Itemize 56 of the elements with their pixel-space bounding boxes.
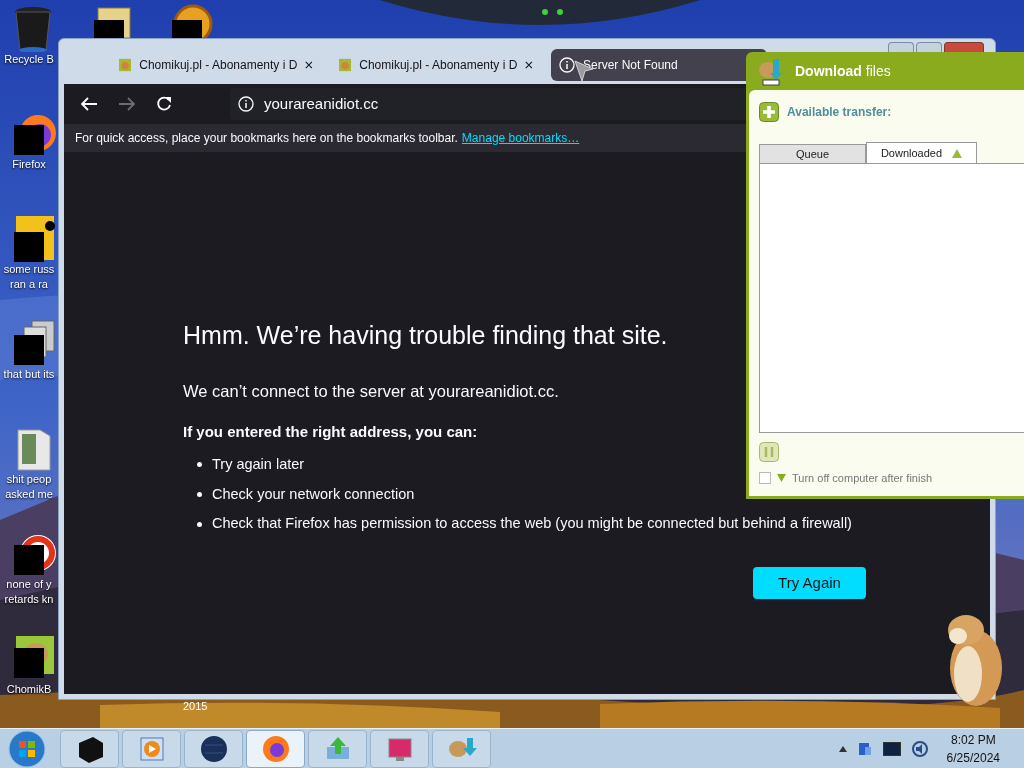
icon-label: retards kn — [4, 592, 54, 607]
help-intro: If you entered the right address, you can: — [183, 422, 479, 443]
clock-date[interactable]: 6/25/2024 — [946, 748, 1000, 767]
icon-label: ran a ra — [10, 277, 48, 292]
icon-label: none of y — [6, 577, 52, 592]
try-again-button[interactable]: Try Again — [753, 567, 866, 599]
bookmarks-hint: For quick access, place your bookmarks here on the bookmarks toolbar. — [75, 130, 458, 147]
help-item: Check that Firefox has permission to access the web (you might be connected but behind a firewall) — [212, 514, 852, 534]
taskbar-button[interactable] — [184, 729, 243, 768]
back-icon[interactable] — [80, 96, 98, 112]
windows-stack-icon[interactable] — [12, 319, 56, 367]
transfer-label: Available transfer: — [787, 104, 892, 121]
icon-label: Firefox — [12, 157, 46, 172]
checkbox[interactable] — [759, 472, 771, 485]
bullet-icon — [197, 521, 202, 527]
warning-icon — [952, 148, 963, 158]
icon-label: asked me — [5, 487, 53, 502]
speaker-icon[interactable] — [910, 739, 929, 758]
error-title: Hmm. We’re having trouble finding that site. — [183, 320, 669, 351]
taskbar-button[interactable] — [60, 729, 119, 768]
help-item: Try again later — [212, 454, 305, 474]
url-text: yourareanidiot.cc — [264, 93, 379, 114]
forward-icon[interactable] — [118, 96, 136, 112]
browser-tab[interactable]: Chomikuj.pl - Abonamenty i D — [331, 49, 541, 81]
icon-label: that but its — [3, 367, 55, 382]
add-icon[interactable] — [759, 102, 779, 122]
show-hidden-icon[interactable] — [838, 745, 847, 752]
bullet-icon — [197, 491, 202, 497]
hamster-favicon — [339, 57, 352, 73]
network-icon[interactable] — [856, 740, 873, 757]
app-icon — [757, 56, 785, 86]
icon-label: shit peop — [6, 472, 52, 487]
panel-tab[interactable]: Downloaded — [866, 142, 977, 163]
browser-tab[interactable]: Chomikuj.pl - Abonamenty i D — [111, 49, 321, 81]
clock-time[interactable]: 8:02 PM — [950, 730, 996, 749]
document-icon[interactable] — [12, 214, 56, 262]
reload-icon[interactable] — [156, 96, 172, 112]
manage-bookmarks-link[interactable]: Manage bookmarks… — [461, 129, 580, 147]
icon-label: Recycle B — [4, 52, 54, 67]
help-item: Check your network connection — [212, 484, 415, 504]
monitor-icon[interactable] — [882, 741, 901, 756]
icon-label: some russ — [3, 262, 55, 277]
panel-tab[interactable]: Queue — [759, 144, 866, 163]
icon-label: 2015 — [183, 699, 208, 714]
icon-label: ChomikB — [6, 682, 52, 697]
bullet-icon — [197, 462, 202, 468]
info-icon — [238, 96, 254, 112]
start-button[interactable] — [8, 729, 46, 768]
window-title: Download files — [795, 61, 891, 81]
error-message: We can’t connect to the server at yourareanidiot.cc. — [183, 380, 560, 402]
close-icon[interactable] — [525, 60, 533, 70]
triangle-icon — [777, 474, 786, 483]
hamster-favicon — [119, 57, 132, 73]
close-icon[interactable] — [305, 60, 313, 70]
info-icon — [559, 57, 575, 73]
checkbox-label: Turn off computer after finish — [792, 471, 932, 486]
